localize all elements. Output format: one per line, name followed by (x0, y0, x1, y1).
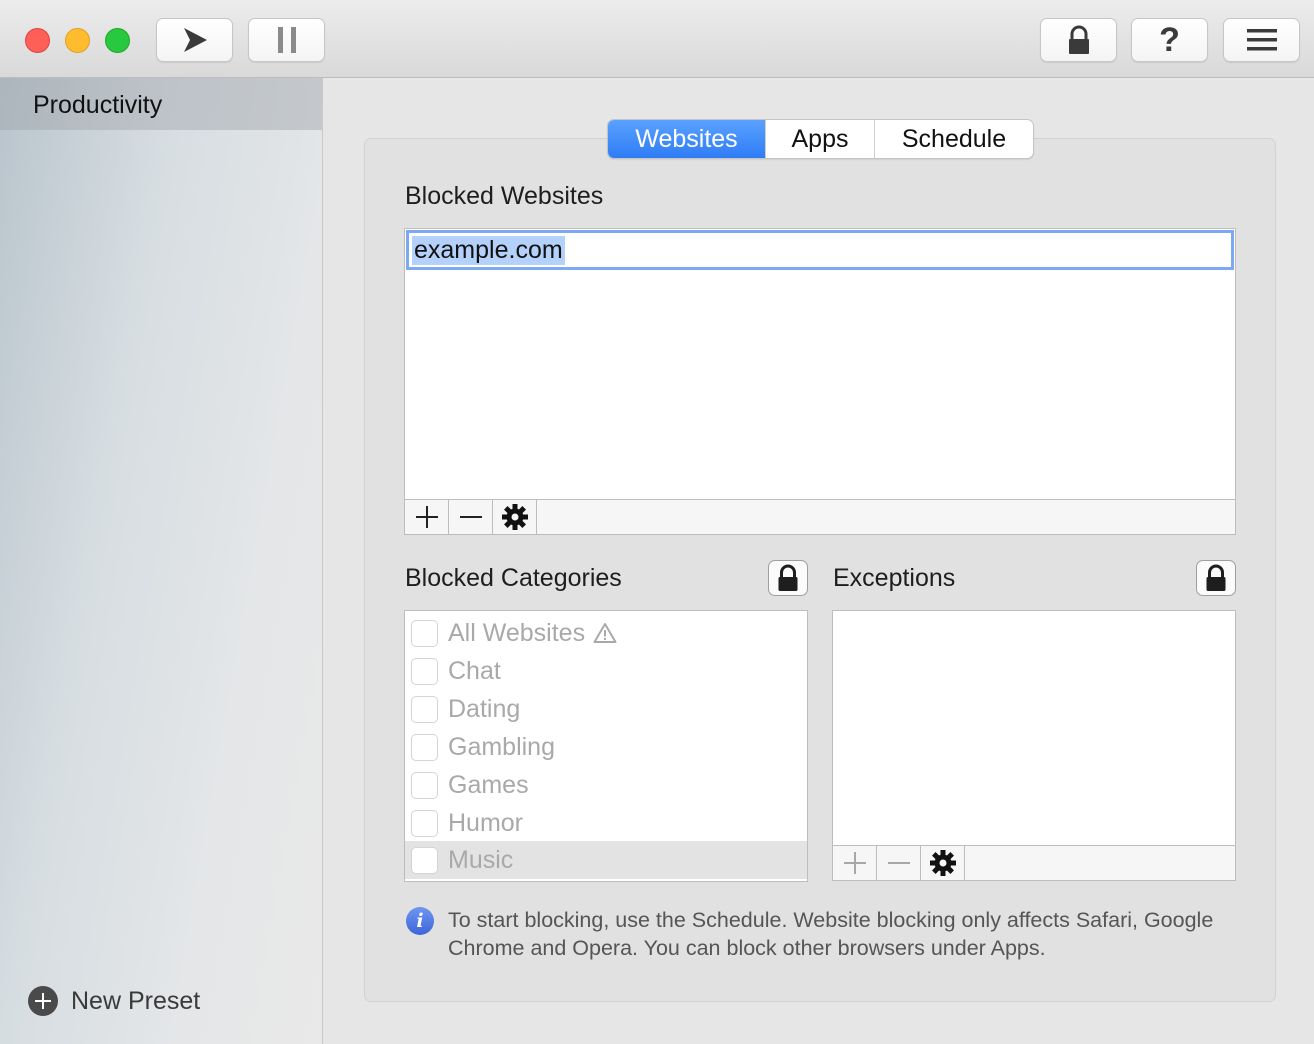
category-row-dating: Dating (405, 690, 807, 728)
remove-exception-button[interactable] (877, 846, 921, 880)
lock-icon (777, 564, 799, 592)
tab-apps[interactable]: Apps (766, 120, 875, 158)
title-bar: ? (0, 0, 1314, 78)
plus-icon (415, 505, 439, 529)
exceptions-options-button[interactable] (921, 846, 965, 880)
exceptions-title: Exceptions (833, 564, 955, 593)
tab-schedule[interactable]: Schedule (875, 120, 1033, 158)
category-checkbox[interactable] (411, 620, 438, 647)
pause-button[interactable] (248, 18, 325, 62)
blocked-websites-toolbar (404, 499, 1236, 535)
minimize-window-button[interactable] (65, 28, 90, 53)
hamburger-menu-icon (1247, 28, 1277, 52)
info-icon: i (406, 907, 434, 935)
category-label: All Websites (448, 619, 585, 648)
category-checkbox[interactable] (411, 696, 438, 723)
lock-icon (1067, 25, 1091, 55)
gear-icon (501, 503, 529, 531)
minus-icon (887, 851, 911, 875)
websites-options-button[interactable] (493, 500, 537, 534)
pause-icon (275, 26, 299, 54)
category-row-gambling: Gambling (405, 728, 807, 766)
new-preset-button[interactable]: New Preset (28, 986, 200, 1016)
category-checkbox[interactable] (411, 772, 438, 799)
category-label: Chat (448, 657, 501, 686)
category-row-all-websites: All Websites (405, 614, 807, 652)
info-note: i To start blocking, use the Schedule. W… (406, 906, 1248, 962)
exceptions-lock-button[interactable] (1196, 560, 1236, 596)
website-entry-field[interactable]: example.com (406, 230, 1234, 270)
category-label: Music (448, 846, 513, 875)
category-checkbox[interactable] (411, 734, 438, 761)
sidebar-item-label: Productivity (33, 91, 162, 120)
categories-lock-button[interactable] (768, 560, 808, 596)
website-entry-text: example.com (412, 236, 565, 265)
exceptions-toolbar (832, 845, 1236, 881)
blocked-categories-title: Blocked Categories (405, 564, 622, 593)
new-preset-label: New Preset (71, 987, 200, 1016)
add-website-button[interactable] (405, 500, 449, 534)
category-row-games: Games (405, 766, 807, 804)
category-label: Humor (448, 809, 523, 838)
sidebar: Productivity New Preset (0, 78, 323, 1044)
remove-website-button[interactable] (449, 500, 493, 534)
plus-circle-icon (28, 986, 58, 1016)
category-row-humor: Humor (405, 804, 807, 842)
category-checkbox[interactable] (411, 847, 438, 874)
menu-button[interactable] (1223, 18, 1300, 62)
category-label: Games (448, 771, 529, 800)
blocked-websites-title: Blocked Websites (405, 182, 603, 211)
exceptions-list[interactable] (832, 610, 1236, 846)
zoom-window-button[interactable] (105, 28, 130, 53)
close-window-button[interactable] (25, 28, 50, 53)
help-button[interactable]: ? (1131, 18, 1208, 62)
minus-icon (459, 505, 483, 529)
tab-bar: Websites Apps Schedule (607, 119, 1034, 159)
warning-icon (593, 622, 617, 644)
lock-button[interactable] (1040, 18, 1117, 62)
plus-icon (843, 851, 867, 875)
tab-websites[interactable]: Websites (608, 120, 766, 158)
blocked-categories-list: All Websites Chat Dating Gambling Games … (404, 610, 808, 882)
start-button[interactable] (156, 18, 233, 62)
play-icon (181, 26, 209, 54)
gear-icon (929, 849, 957, 877)
category-label: Dating (448, 695, 520, 724)
help-icon: ? (1159, 21, 1180, 60)
sidebar-item-productivity[interactable]: Productivity (0, 78, 322, 130)
category-row-chat: Chat (405, 652, 807, 690)
lock-icon (1205, 564, 1227, 592)
category-row-music: Music (405, 841, 807, 879)
add-exception-button[interactable] (833, 846, 877, 880)
info-text: To start blocking, use the Schedule. Web… (448, 906, 1248, 962)
category-checkbox[interactable] (411, 658, 438, 685)
category-label: Gambling (448, 733, 555, 762)
category-checkbox[interactable] (411, 810, 438, 837)
